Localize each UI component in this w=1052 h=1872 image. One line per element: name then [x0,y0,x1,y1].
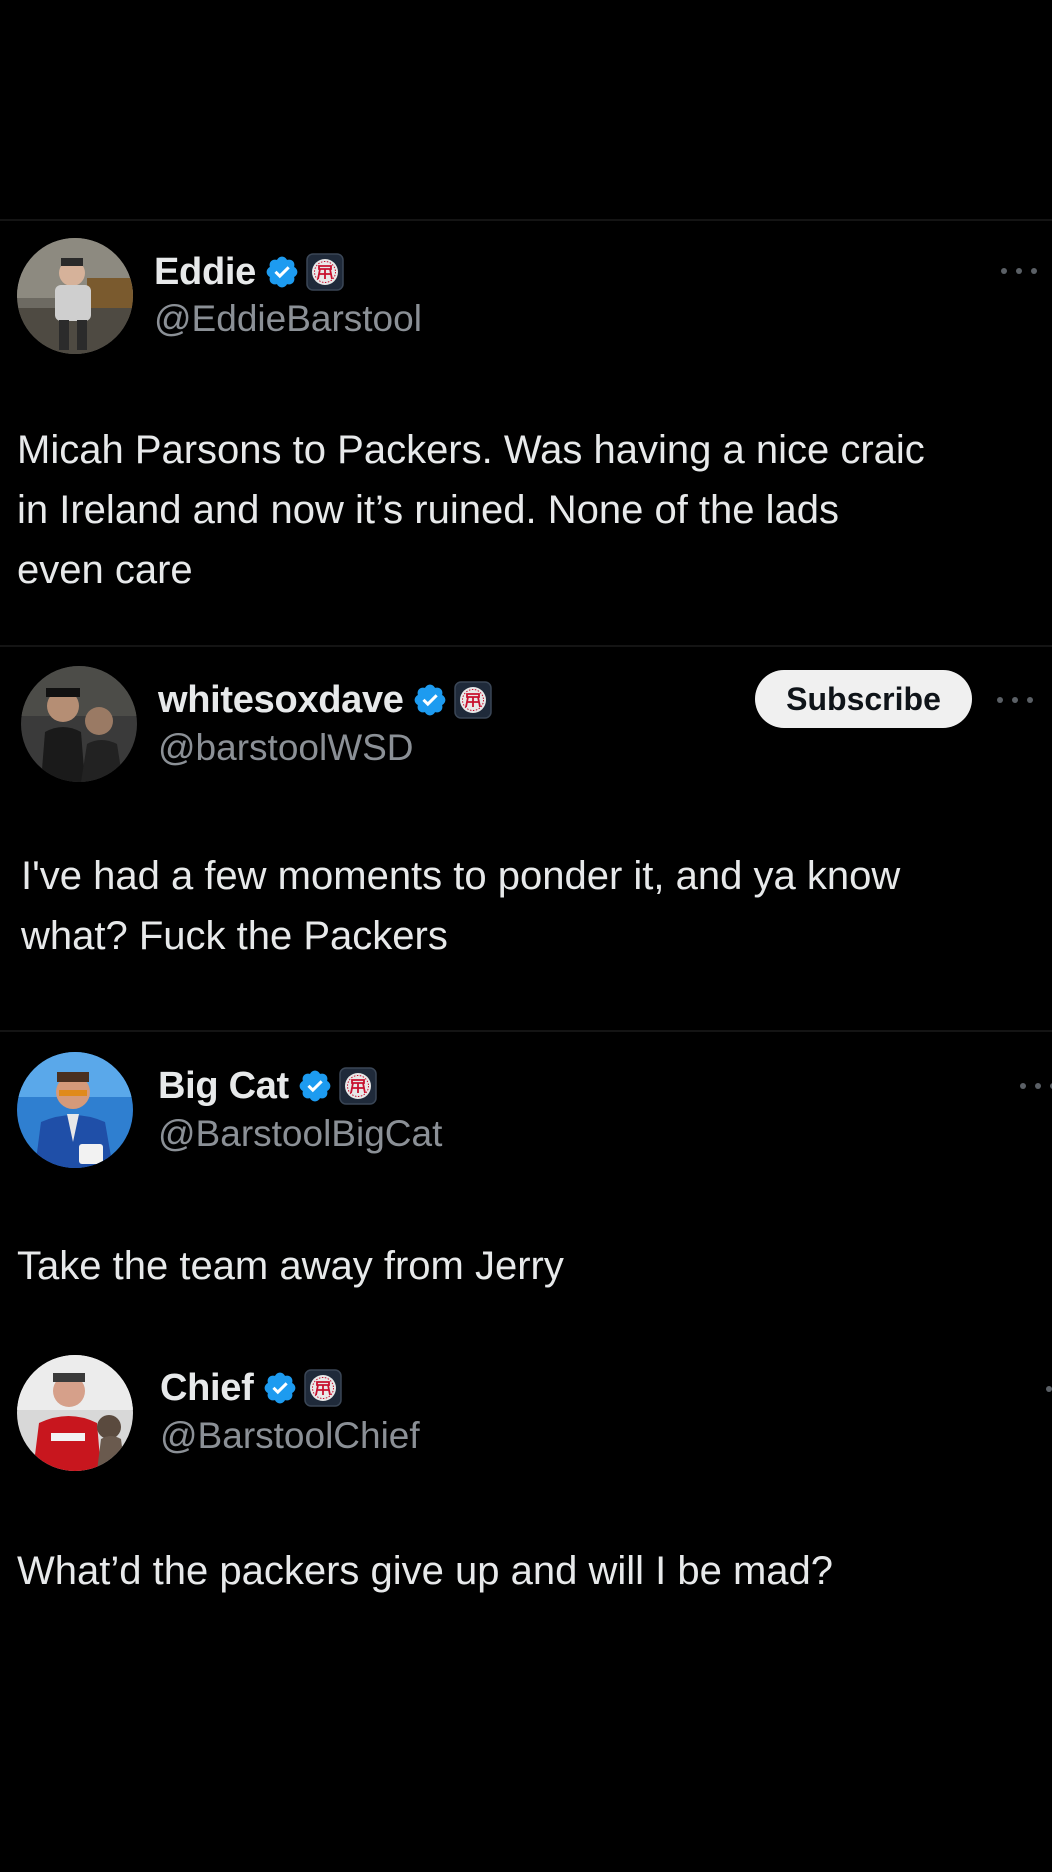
barstool-stool-icon[interactable] [306,253,344,291]
display-name[interactable]: Chief [160,1367,254,1410]
name-row: Big Cat [158,1062,377,1110]
top-divider [0,219,1052,221]
handle[interactable]: @barstoolWSD [158,727,414,769]
name-row: Eddie [154,248,344,296]
avatar[interactable] [21,666,137,782]
name-row: whitesoxdave [158,676,492,724]
handle[interactable]: @BarstoolChief [160,1415,420,1457]
verified-badge-icon [297,1068,333,1104]
barstool-stool-icon[interactable] [453,681,492,719]
avatar[interactable] [17,1355,133,1471]
display-name[interactable]: Eddie [154,251,256,294]
more-options-icon[interactable] [1036,1384,1052,1394]
more-options-icon[interactable] [997,695,1033,705]
tweet-text: Micah Parsons to Packers. Was having a n… [17,428,925,592]
verified-badge-icon [264,254,300,290]
verified-badge-icon [412,682,448,718]
name-row: Chief [160,1364,342,1412]
handle[interactable]: @BarstoolBigCat [158,1113,442,1155]
tweet-text: What’d the packers give up and will I be… [17,1549,833,1593]
display-name[interactable]: whitesoxdave [158,679,404,722]
display-name[interactable]: Big Cat [158,1065,289,1108]
divider-2 [0,1030,1052,1032]
more-options-icon[interactable] [1001,266,1037,276]
verified-badge-icon [262,1370,298,1406]
avatar[interactable] [17,238,133,354]
divider-1 [0,645,1052,647]
more-options-icon[interactable] [1020,1081,1052,1091]
barstool-stool-icon[interactable] [303,1369,342,1407]
avatar[interactable] [17,1052,133,1168]
tweet-text: I've had a few moments to ponder it, and… [21,854,901,958]
subscribe-button[interactable]: Subscribe [755,670,972,728]
handle[interactable]: @EddieBarstool [154,298,422,340]
tweet-text: Take the team away from Jerry [17,1244,564,1288]
barstool-stool-icon[interactable] [339,1067,377,1105]
